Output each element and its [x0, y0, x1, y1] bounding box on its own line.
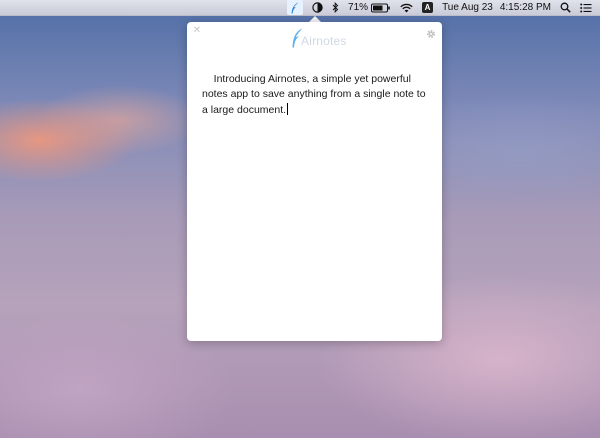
input-source-menu[interactable]: A [422, 0, 434, 16]
gear-icon[interactable] [426, 26, 436, 38]
night-shift-icon[interactable] [312, 0, 323, 16]
menubar-date: Tue Aug 23 [442, 2, 493, 13]
battery-icon [371, 3, 390, 12]
battery-status[interactable]: 71% [348, 0, 391, 16]
menubar-time: 4:15:28 PM [499, 2, 551, 13]
note-editor[interactable]: Introducing Airnotes, a simple yet power… [202, 56, 432, 134]
note-text: Introducing Airnotes, a simple yet power… [202, 72, 429, 116]
wifi-icon[interactable] [400, 0, 413, 16]
close-icon[interactable]: ✕ [192, 26, 202, 36]
app-name: Airnotes [301, 34, 347, 48]
text-cursor [287, 102, 289, 115]
bluetooth-icon[interactable] [332, 0, 339, 16]
input-source-icon: A [422, 2, 434, 13]
spotlight-icon[interactable] [560, 0, 571, 16]
airnotes-popover: ✕ Airnotes Introducing Airnotes, a simpl… [187, 22, 442, 341]
notification-center-icon[interactable] [580, 0, 592, 16]
clock[interactable]: Tue Aug 23 4:15:28 PM [442, 0, 551, 16]
airnotes-menubar-icon[interactable] [287, 0, 304, 15]
battery-percent: 71% [348, 2, 369, 13]
app-logo: Airnotes [290, 28, 347, 48]
popover-header: ✕ Airnotes [187, 22, 442, 50]
menu-bar: 71% A Tue Aug 23 4:15:28 PM [0, 0, 600, 16]
